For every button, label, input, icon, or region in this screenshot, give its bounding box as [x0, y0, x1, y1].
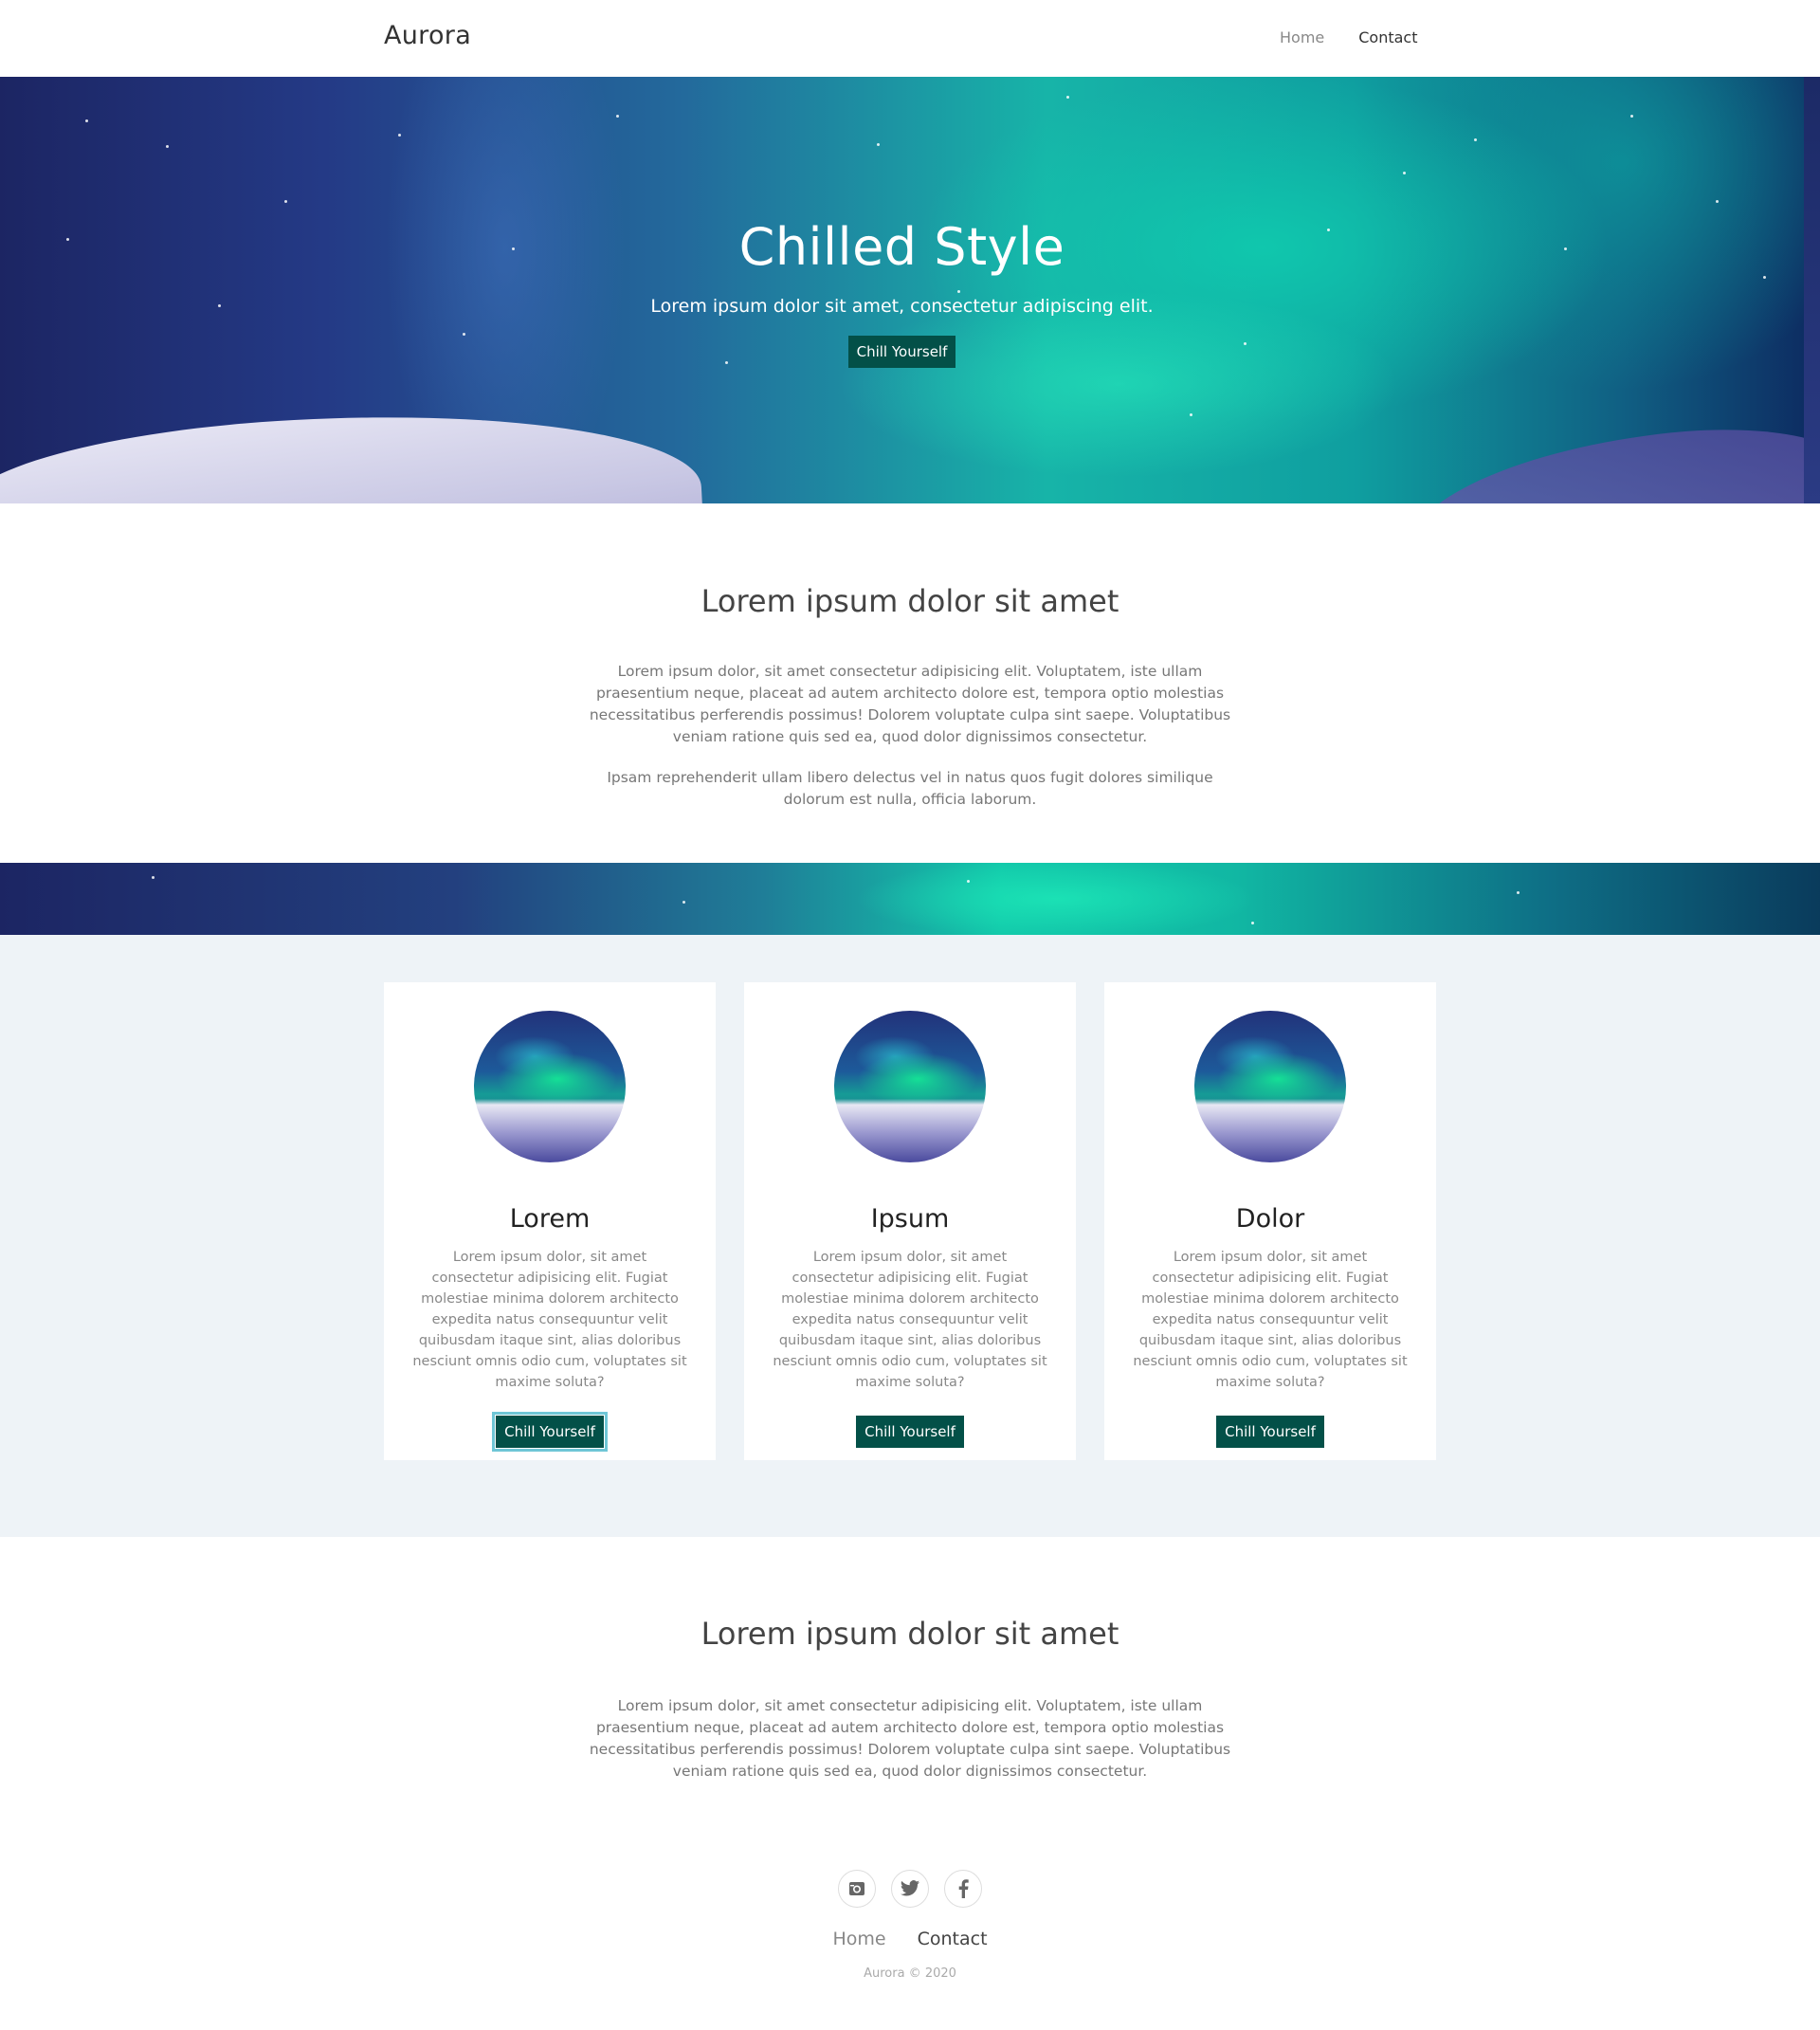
second-paragraph: Lorem ipsum dolor, sit amet consectetur … — [589, 1697, 1231, 1780]
footer-contact-link[interactable]: Contact — [918, 1929, 988, 1949]
card-title: Ipsum — [870, 1204, 950, 1234]
copyright-text: Aurora © 2020 — [864, 1966, 956, 1981]
card-chill-button[interactable]: Chill Yourself — [492, 1412, 608, 1452]
card-lorem: Lorem Lorem ipsum dolor, sit amet consec… — [384, 982, 716, 1460]
facebook-icon[interactable] — [944, 1870, 982, 1908]
second-section: Lorem ipsum dolor sit amet Lorem ipsum d… — [0, 1616, 1820, 1783]
hero-banner: Chilled Style Lorem ipsum dolor sit amet… — [0, 77, 1804, 503]
nav-home-link[interactable]: Home — [1280, 28, 1324, 46]
second-title: Lorem ipsum dolor sit amet — [701, 1616, 1119, 1652]
hero-title: Chilled Style — [738, 217, 1065, 277]
nav-contact-link[interactable]: Contact — [1358, 28, 1417, 46]
social-links — [0, 1870, 1820, 1908]
footer-home-link[interactable]: Home — [832, 1929, 885, 1949]
intro-title: Lorem ipsum dolor sit amet — [701, 583, 1119, 619]
hero-chill-button[interactable]: Chill Yourself — [847, 336, 956, 368]
hero-edge-strip — [1804, 77, 1820, 503]
aurora-strip-banner — [0, 863, 1820, 935]
card-aurora-image — [474, 1011, 626, 1162]
hero-content: Chilled Style Lorem ipsum dolor sit amet… — [0, 217, 1804, 368]
intro-paragraph-2: Ipsam reprehenderit ullam libero delectu… — [607, 769, 1213, 808]
card-dolor: Dolor Lorem ipsum dolor, sit amet consec… — [1104, 982, 1436, 1460]
card-aurora-image — [834, 1011, 986, 1162]
card-ipsum: Ipsum Lorem ipsum dolor, sit amet consec… — [744, 982, 1076, 1460]
twitter-icon[interactable] — [891, 1870, 929, 1908]
intro-paragraph-1: Lorem ipsum dolor, sit amet consectetur … — [589, 663, 1231, 745]
intro-section: Lorem ipsum dolor sit amet Lorem ipsum d… — [0, 583, 1820, 811]
instagram-icon[interactable] — [838, 1870, 876, 1908]
cards-row: Lorem Lorem ipsum dolor, sit amet consec… — [384, 982, 1436, 1460]
card-chill-button[interactable]: Chill Yourself — [1216, 1416, 1324, 1448]
card-text: Lorem ipsum dolor, sit amet consectetur … — [1133, 1250, 1408, 1390]
footer: Home Contact Aurora © 2020 — [0, 1870, 1820, 1981]
nav-links: Home Contact — [1280, 28, 1418, 46]
card-text: Lorem ipsum dolor, sit amet consectetur … — [412, 1250, 687, 1390]
cards-section: Lorem Lorem ipsum dolor, sit amet consec… — [0, 935, 1820, 1537]
card-aurora-image — [1194, 1011, 1346, 1162]
hero-subtitle: Lorem ipsum dolor sit amet, consectetur … — [650, 296, 1154, 317]
brand-logo[interactable]: Aurora — [384, 21, 471, 50]
card-text: Lorem ipsum dolor, sit amet consectetur … — [773, 1250, 1047, 1390]
card-title: Lorem — [509, 1204, 591, 1234]
navbar: Aurora Home Contact — [0, 0, 1820, 77]
card-title: Dolor — [1235, 1204, 1305, 1234]
card-chill-button[interactable]: Chill Yourself — [856, 1416, 964, 1448]
footer-links: Home Contact — [0, 1929, 1820, 1949]
